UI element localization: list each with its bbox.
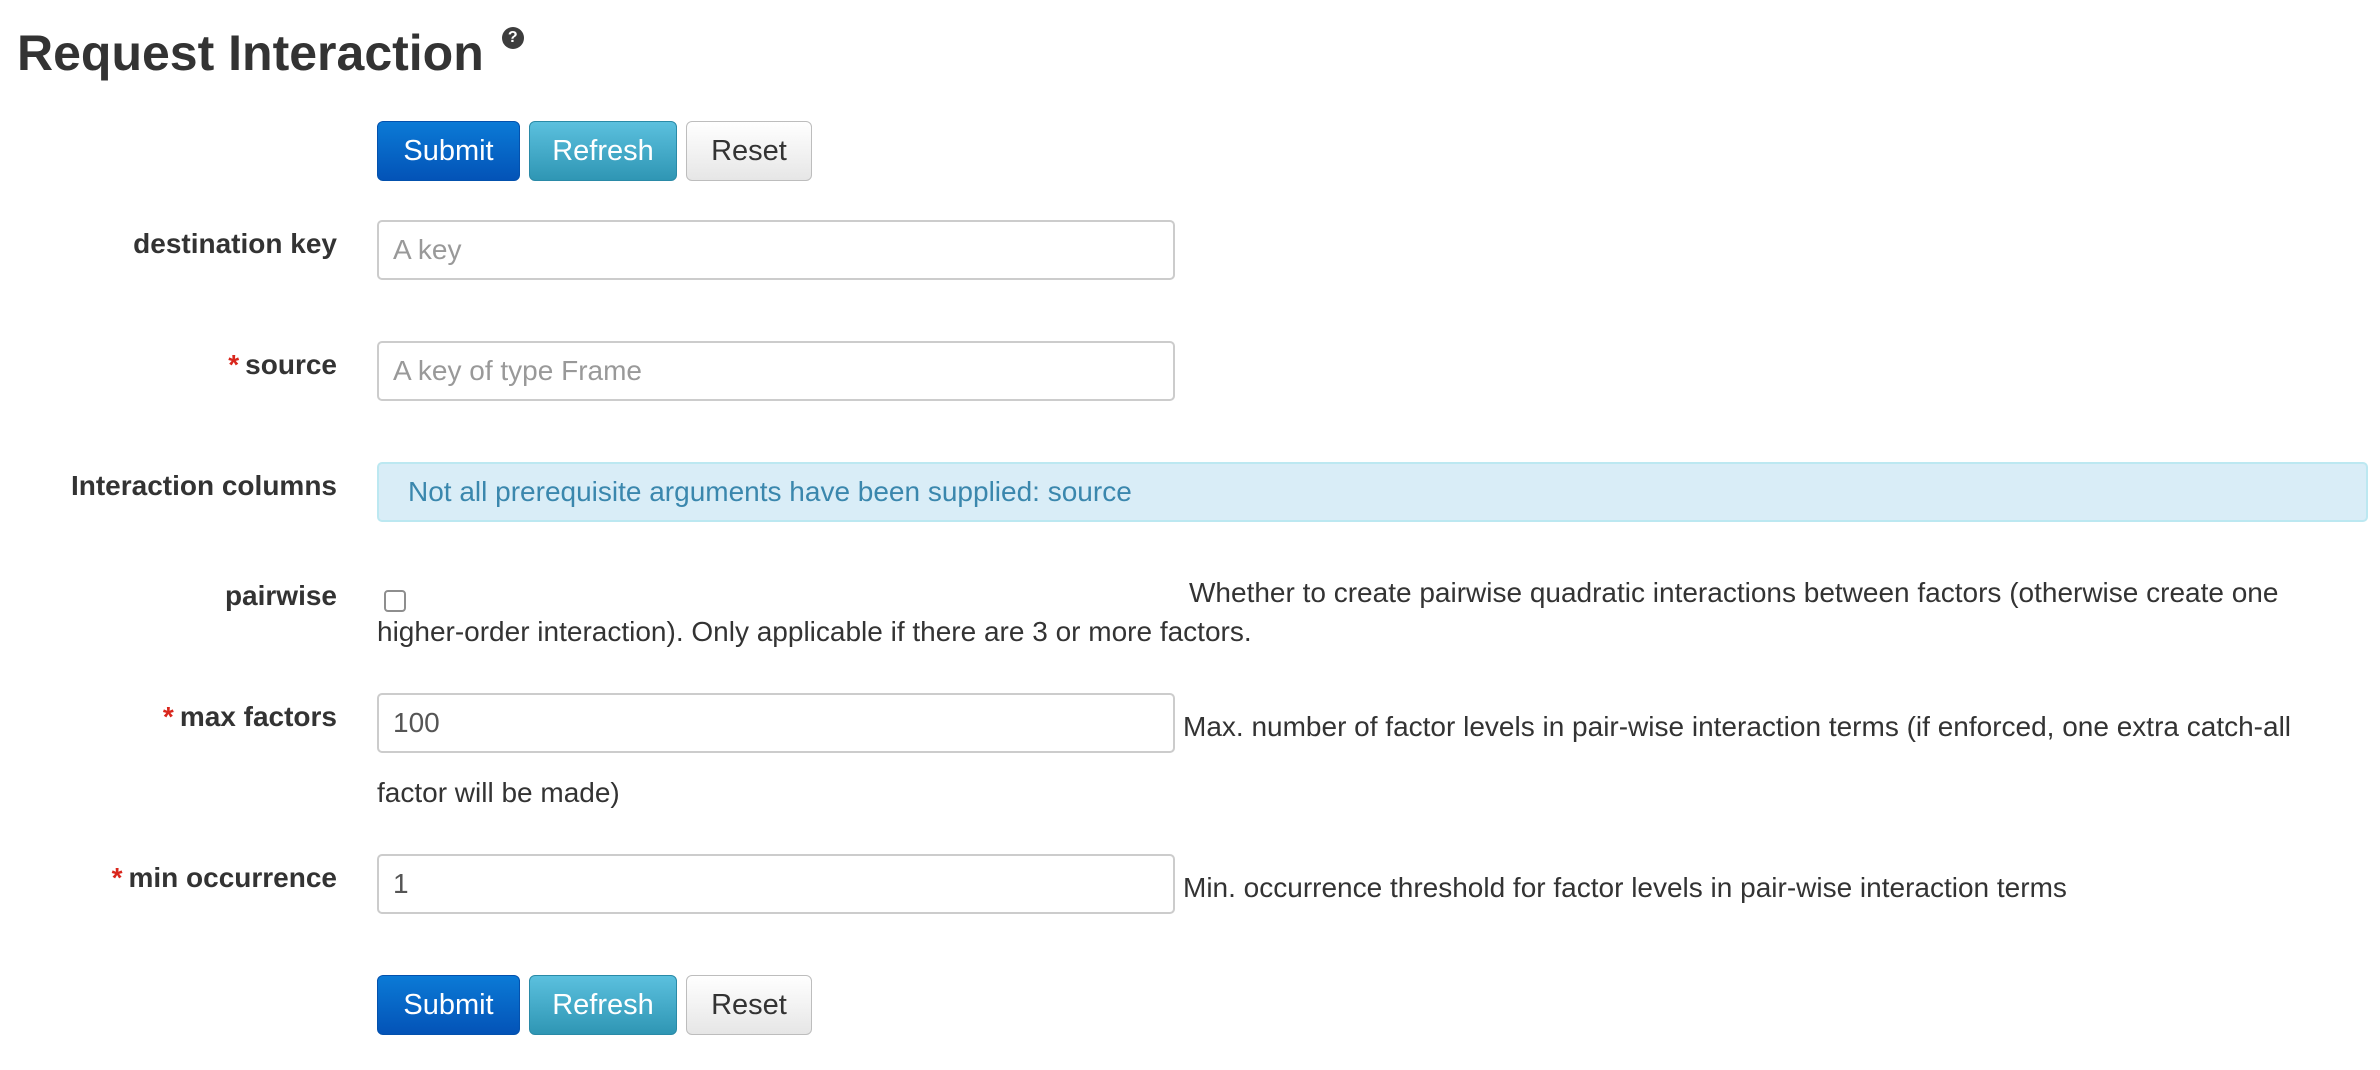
source-label: * source: [228, 349, 337, 380]
min-occurrence-input[interactable]: [377, 854, 1175, 914]
min-occurrence-label: * min occurrence: [111, 862, 337, 893]
reset-button[interactable]: Reset: [686, 121, 812, 181]
request-interaction-page: Request Interaction ? Submit Refresh Res…: [0, 0, 2380, 1070]
source-input[interactable]: [377, 341, 1175, 401]
min-occurrence-help: Min. occurrence threshold for factor lev…: [1183, 872, 2067, 903]
page-title: Request Interaction: [17, 25, 484, 81]
refresh-button[interactable]: Refresh: [529, 975, 677, 1035]
pairwise-label: pairwise: [224, 580, 337, 611]
pairwise-checkbox[interactable]: [384, 590, 406, 612]
prerequisite-alert: Not all prerequisite arguments have been…: [377, 462, 2368, 522]
submit-button[interactable]: Submit: [377, 121, 520, 181]
pairwise-help-line-1: Whether to create pairwise quadratic int…: [1189, 577, 2279, 608]
max-factors-help-line-2: factor will be made): [377, 777, 620, 808]
reset-button[interactable]: Reset: [686, 975, 812, 1035]
interaction-columns-label: Interaction columns: [70, 470, 337, 501]
destination-key-label: destination key: [133, 228, 337, 259]
required-marker: *: [162, 701, 174, 732]
submit-button[interactable]: Submit: [377, 975, 520, 1035]
destination-key-input[interactable]: [377, 220, 1175, 280]
required-marker: *: [228, 349, 240, 380]
required-marker: *: [111, 862, 123, 893]
bottom-button-group: Submit Refresh Reset: [377, 975, 812, 1035]
max-factors-label: * max factors: [162, 701, 337, 732]
refresh-button[interactable]: Refresh: [529, 121, 677, 181]
help-icon[interactable]: ?: [501, 27, 524, 49]
pairwise-help-line-2: higher-order interaction). Only applicab…: [377, 616, 1252, 647]
max-factors-help-line-1: Max. number of factor levels in pair-wis…: [1183, 711, 2292, 742]
top-button-group: Submit Refresh Reset: [377, 121, 812, 181]
max-factors-input[interactable]: [377, 693, 1175, 753]
page-header: Request Interaction ?: [17, 18, 524, 88]
